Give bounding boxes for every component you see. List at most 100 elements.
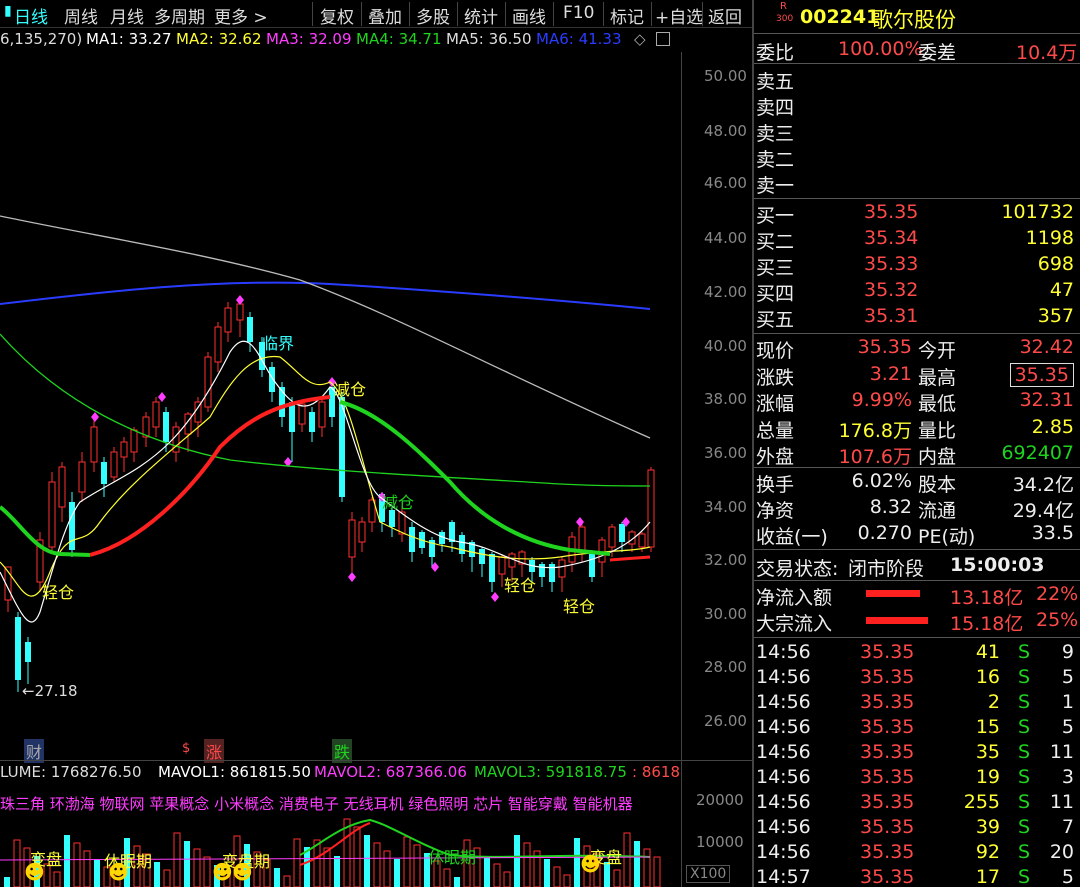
volume-bar[interactable]	[73, 842, 81, 887]
volume-bar[interactable]	[184, 841, 190, 887]
tab-monthly[interactable]: 月线	[110, 3, 144, 28]
volume-bar[interactable]	[64, 835, 70, 887]
tab-multi-period[interactable]: 多周期	[154, 3, 205, 28]
volume-bar[interactable]	[643, 848, 651, 887]
volume-bar[interactable]	[163, 869, 171, 887]
volume-bar[interactable]	[493, 863, 501, 887]
candle-body[interactable]	[224, 307, 232, 333]
candle-body[interactable]	[348, 519, 356, 558]
candle-body[interactable]	[619, 524, 625, 542]
volume-bar[interactable]	[553, 866, 561, 887]
volume-bar[interactable]	[83, 850, 91, 887]
multi-stock-button[interactable]: 多股	[416, 3, 450, 28]
volume-bar[interactable]	[613, 869, 621, 887]
volume-bar[interactable]	[514, 835, 520, 887]
concept-tags[interactable]: 珠三角 环渤海 物联网 苹果概念 小米概念 消费电子 无线耳机 绿色照明 芯片 …	[0, 793, 680, 814]
volume-bar[interactable]	[394, 859, 400, 887]
volume-bar[interactable]	[403, 836, 411, 887]
candle-body[interactable]	[638, 533, 646, 548]
volume-bar[interactable]	[13, 839, 21, 887]
candle-body[interactable]	[152, 401, 160, 428]
candle-body[interactable]	[163, 412, 169, 442]
candle-body[interactable]	[90, 426, 98, 463]
volume-bar[interactable]	[383, 850, 391, 887]
volume-bar[interactable]	[623, 832, 631, 887]
candle-body[interactable]	[578, 526, 586, 553]
volume-bar[interactable]	[443, 868, 451, 887]
legend-toggle-icon[interactable]: ◇	[634, 30, 646, 48]
volume-bar[interactable]	[364, 835, 370, 887]
more-menu-button[interactable]: 更多 >	[214, 3, 268, 28]
volume-bar[interactable]	[94, 859, 100, 887]
volume-bar[interactable]	[653, 856, 661, 887]
volume-bar[interactable]	[634, 841, 640, 887]
volume-bar[interactable]	[544, 859, 550, 887]
candle-body[interactable]	[25, 642, 31, 662]
volume-bar[interactable]	[503, 871, 511, 887]
candle-body[interactable]	[508, 553, 516, 568]
f10-button[interactable]: F10	[563, 3, 594, 23]
candle-body[interactable]	[539, 564, 545, 577]
candle-body[interactable]	[214, 326, 222, 363]
volume-bar[interactable]	[283, 875, 291, 887]
volume-bar[interactable]	[53, 871, 61, 887]
candle-body[interactable]	[69, 502, 75, 550]
candle-body[interactable]	[298, 403, 306, 425]
volume-bar[interactable]	[173, 832, 181, 887]
volume-bar[interactable]	[373, 842, 381, 887]
volume-bar[interactable]	[563, 874, 571, 887]
volume-bar[interactable]	[274, 868, 280, 887]
tab-weekly[interactable]: 周线	[64, 3, 98, 28]
candle-body[interactable]	[110, 451, 118, 478]
statistics-button[interactable]: 统计	[464, 3, 498, 28]
candle-body[interactable]	[120, 441, 128, 458]
overlay-button[interactable]: 叠加	[368, 3, 402, 28]
event-dollar-icon[interactable]: $	[182, 741, 190, 756]
volume-bar[interactable]	[323, 847, 331, 887]
volume-bar[interactable]	[203, 856, 211, 887]
fund-label: 流通	[918, 500, 957, 522]
volume-bar[interactable]	[293, 838, 301, 887]
volume-bar[interactable]	[4, 877, 10, 887]
candle-body[interactable]	[409, 527, 415, 552]
candle-body[interactable]	[269, 367, 275, 392]
adjust-button[interactable]: 复权	[320, 3, 354, 28]
candle-body[interactable]	[459, 535, 465, 554]
volume-bar[interactable]	[353, 826, 361, 887]
candle-body[interactable]	[479, 549, 485, 564]
candle-body[interactable]	[608, 526, 616, 548]
back-button[interactable]: 返回	[708, 3, 742, 28]
volume-bar[interactable]	[193, 848, 201, 887]
tab-daily[interactable]: 日线	[14, 3, 48, 28]
add-watchlist-button[interactable]: +自选	[655, 3, 703, 28]
candle-body[interactable]	[58, 466, 66, 508]
candle-body[interactable]	[489, 554, 495, 582]
candle-body[interactable]	[318, 401, 326, 428]
candle-body[interactable]	[78, 461, 86, 493]
volume-bar[interactable]	[413, 844, 421, 887]
volume-bar[interactable]	[334, 856, 340, 887]
tick-time: 14:56	[756, 691, 811, 713]
candle-body[interactable]	[549, 564, 555, 582]
candle-body[interactable]	[647, 469, 655, 548]
volume-bar[interactable]	[484, 856, 490, 887]
volume-bar[interactable]	[154, 862, 160, 887]
candle-body[interactable]	[289, 402, 295, 432]
candle-body[interactable]	[358, 521, 366, 543]
candle-body[interactable]	[247, 317, 253, 342]
candle-body[interactable]	[15, 617, 21, 680]
legend-close-icon[interactable]	[656, 32, 670, 46]
candle-body[interactable]	[309, 412, 315, 432]
candle-body[interactable]	[130, 429, 138, 453]
candle-body[interactable]	[48, 481, 56, 548]
candle-body[interactable]	[589, 552, 595, 577]
mark-button[interactable]: 标记	[610, 3, 644, 28]
volume-bar[interactable]	[454, 877, 460, 887]
candle-body[interactable]	[204, 356, 212, 408]
draw-line-button[interactable]: 画线	[512, 3, 546, 28]
kline-chart-area[interactable]: ▮ 日线 周线 月线 多周期 更多 > 复权 叠加 多股 统计 画线 F10 标…	[0, 0, 752, 887]
candle-body[interactable]	[558, 559, 566, 578]
candle-body[interactable]	[101, 462, 107, 484]
volume-bar[interactable]	[523, 842, 531, 887]
candle-body[interactable]	[236, 303, 244, 321]
